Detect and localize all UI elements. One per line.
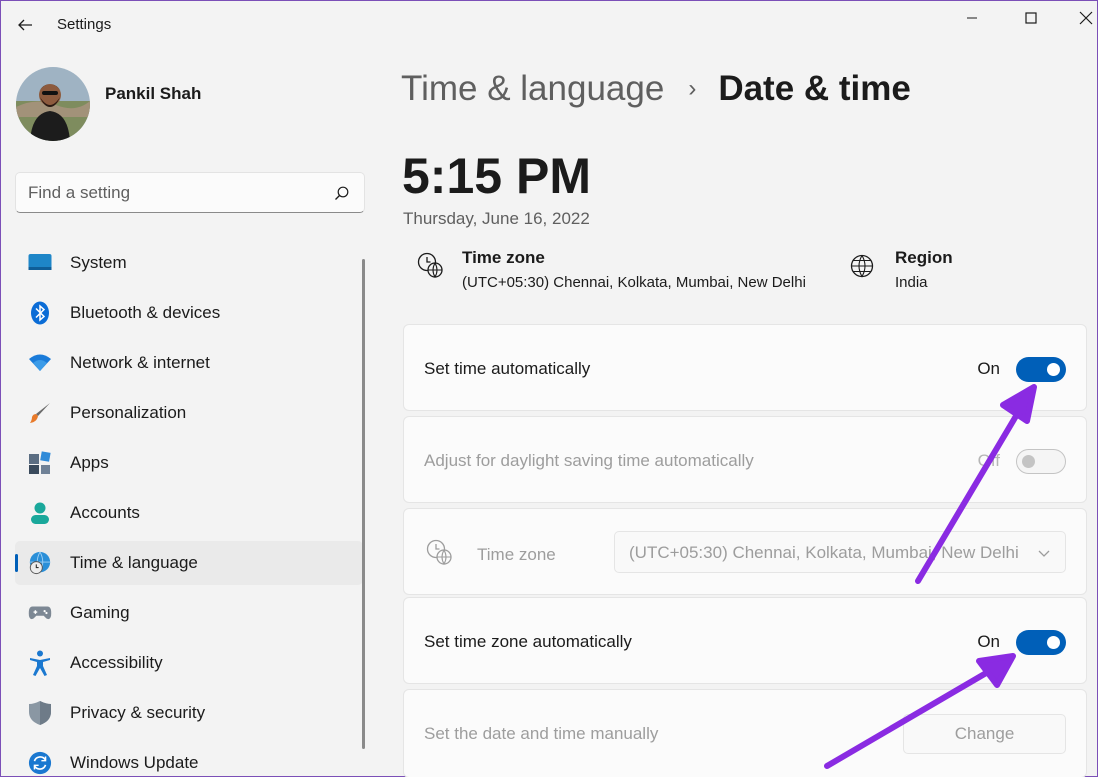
wifi-icon [28, 351, 52, 375]
current-time: 5:15 PM [402, 148, 591, 204]
sidebar-item-label: Gaming [70, 603, 130, 622]
breadcrumb-separator: › [688, 75, 697, 102]
change-button[interactable]: Change [903, 714, 1066, 754]
bluetooth-icon [28, 301, 52, 325]
sidebar-item-label: Personalization [70, 403, 187, 422]
region-value: India [895, 274, 928, 291]
set-time-automatically-toggle[interactable] [1016, 357, 1066, 382]
search-input[interactable] [28, 181, 328, 205]
sidebar-item-label: System [70, 253, 127, 272]
back-button[interactable] [13, 13, 37, 37]
sidebar-item-system[interactable]: System [15, 241, 363, 285]
search-box[interactable] [15, 172, 365, 213]
toggle-knob [1047, 636, 1060, 649]
sidebar-item-privacy[interactable]: Privacy & security [15, 691, 363, 735]
sidebar-item-label: Apps [70, 453, 109, 472]
set-timezone-automatically-toggle[interactable] [1016, 630, 1066, 655]
set-time-automatically-label: Set time automatically [424, 359, 591, 378]
app-title: Settings [57, 16, 112, 33]
maximize-button[interactable] [1008, 3, 1054, 33]
sidebar-item-accounts[interactable]: Accounts [15, 491, 363, 535]
sidebar-item-label: Bluetooth & devices [70, 303, 221, 322]
set-time-automatically-state: On [977, 359, 1000, 378]
chevron-down-icon [1038, 550, 1050, 557]
apps-icon [28, 451, 52, 475]
sidebar-item-time-language[interactable]: Time & language [15, 541, 363, 585]
daylight-saving-state: Off [977, 451, 1000, 470]
sidebar-item-gaming[interactable]: Gaming [15, 591, 363, 635]
current-date: Thursday, June 16, 2022 [403, 209, 590, 228]
timezone-select-card: Time zone (UTC+05:30) Chennai, Kolkata, … [403, 508, 1087, 595]
timezone-value: (UTC+05:30) Chennai, Kolkata, Mumbai, Ne… [462, 274, 806, 291]
set-timezone-automatically-card: Set time zone automatically On [403, 597, 1087, 684]
shield-icon [28, 701, 52, 725]
timezone-icon [417, 252, 443, 279]
sidebar-nav: System Bluetooth & devices Network & int… [15, 241, 363, 777]
set-timezone-automatically-state: On [977, 632, 1000, 651]
set-date-time-manually-card: Set the date and time manually Change [403, 689, 1087, 777]
monitor-icon [28, 251, 52, 275]
set-timezone-automatically-label: Set time zone automatically [424, 632, 632, 651]
avatar[interactable] [16, 67, 90, 141]
page-title: Date & time [718, 69, 911, 108]
breadcrumb-parent[interactable]: Time & language [401, 69, 664, 109]
breadcrumb: Time & language › Date & time [401, 69, 911, 109]
sidebar-item-apps[interactable]: Apps [15, 441, 363, 485]
sidebar-item-label: Network & internet [70, 353, 210, 372]
close-button[interactable] [1063, 3, 1098, 33]
sidebar-item-label: Time & language [70, 553, 198, 572]
gamepad-icon [28, 601, 52, 625]
title-bar: Settings [1, 1, 1097, 49]
user-name: Pankil Shah [105, 84, 202, 103]
maximize-icon [1025, 12, 1037, 24]
timezone-dropdown-value: (UTC+05:30) Chennai, Kolkata, Mumbai, Ne… [629, 543, 1019, 562]
sidebar-item-label: Windows Update [70, 753, 199, 772]
profile-photo [16, 67, 90, 141]
sidebar-item-label: Accessibility [70, 653, 163, 672]
settings-window: Settings Pankil Shah Find a setting Syst… [0, 0, 1098, 777]
sidebar-item-windows-update[interactable]: Windows Update [15, 741, 363, 777]
daylight-saving-toggle[interactable] [1016, 449, 1066, 474]
daylight-saving-label: Adjust for daylight saving time automati… [424, 451, 754, 470]
time-language-icon [28, 551, 52, 575]
timezone-title: Time zone [462, 248, 545, 267]
region-title: Region [895, 248, 953, 267]
sidebar-item-accessibility[interactable]: Accessibility [15, 641, 363, 685]
accounts-icon [28, 501, 52, 525]
sidebar-item-label: Privacy & security [70, 703, 206, 722]
sidebar-scrollbar[interactable] [362, 259, 365, 749]
set-date-time-manually-label: Set the date and time manually [424, 724, 659, 743]
minimize-icon [967, 17, 977, 19]
back-arrow-icon [18, 19, 32, 31]
sidebar-item-network[interactable]: Network & internet [15, 341, 363, 385]
accessibility-icon [28, 650, 52, 676]
search-icon[interactable] [334, 185, 350, 201]
toggle-knob [1047, 363, 1060, 376]
set-time-automatically-card: Set time automatically On [403, 324, 1087, 411]
brush-icon [28, 401, 52, 425]
timezone-label: Time zone [477, 545, 556, 564]
timezone-icon [426, 539, 452, 566]
sidebar-item-label: Accounts [70, 503, 140, 522]
update-icon [28, 751, 52, 775]
sidebar-item-bluetooth[interactable]: Bluetooth & devices [15, 291, 363, 335]
sidebar-item-personalization[interactable]: Personalization [15, 391, 363, 435]
daylight-saving-card: Adjust for daylight saving time automati… [403, 416, 1087, 503]
timezone-dropdown[interactable]: (UTC+05:30) Chennai, Kolkata, Mumbai, Ne… [614, 531, 1066, 573]
globe-icon [850, 254, 874, 278]
minimize-button[interactable] [949, 3, 995, 33]
toggle-knob [1022, 455, 1035, 468]
close-icon [1079, 11, 1093, 25]
